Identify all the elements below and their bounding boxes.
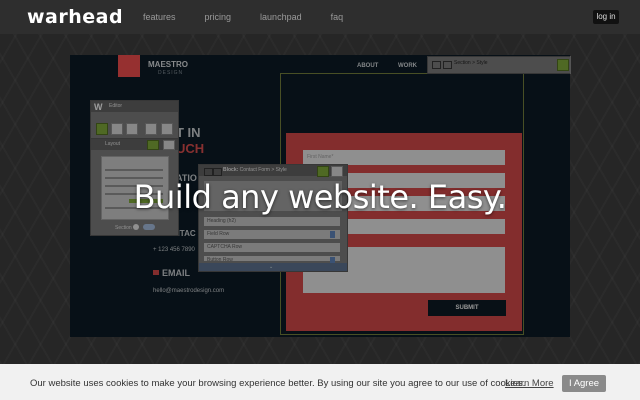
block-row-button[interactable]: Button Row bbox=[204, 256, 340, 261]
nav-link-launchpad[interactable]: launchpad bbox=[260, 12, 302, 22]
layout-row[interactable] bbox=[105, 169, 163, 171]
block-row-field[interactable]: Field Row bbox=[204, 230, 340, 239]
hero-headline: Build any website. Easy. bbox=[133, 178, 507, 216]
login-button[interactable]: log in bbox=[593, 10, 619, 24]
chevron-down-icon[interactable]: ⌄ bbox=[269, 264, 273, 270]
cookie-text: Our website uses cookies to make your br… bbox=[30, 378, 526, 389]
layout-add-icon[interactable] bbox=[147, 140, 159, 150]
block-title-prefix: Block: bbox=[223, 167, 239, 173]
toggle-switch[interactable] bbox=[143, 224, 155, 230]
nav-links: features pricing launchpad faq bbox=[143, 12, 372, 22]
preview-nav-work: WORK bbox=[398, 63, 417, 69]
preview-logo-mark bbox=[118, 55, 140, 77]
brand-logo[interactable]: warhead bbox=[27, 6, 123, 28]
nav-link-faq[interactable]: faq bbox=[331, 12, 344, 22]
panel-toggle-icon[interactable] bbox=[443, 61, 452, 69]
preview-heading-line2: UCH bbox=[176, 141, 205, 156]
window-icon bbox=[204, 168, 213, 176]
layout-footer-label: Section bbox=[115, 225, 132, 231]
cookie-agree-button[interactable]: I Agree bbox=[562, 375, 606, 392]
download-icon[interactable] bbox=[145, 123, 157, 135]
preview-nav-about: ABOUT bbox=[357, 63, 379, 69]
cookie-learn-more-link[interactable]: Learn More bbox=[505, 378, 554, 389]
form-field-label: First Name* bbox=[307, 154, 334, 160]
section-style-title: Section > Style bbox=[454, 60, 488, 66]
block-title-path: Contact Form > Style bbox=[239, 167, 287, 173]
layout-settings-icon[interactable] bbox=[163, 140, 175, 150]
preview-heading-line1: T IN bbox=[176, 125, 201, 140]
radio-icon[interactable] bbox=[133, 224, 139, 230]
tablet-view-icon[interactable] bbox=[111, 123, 123, 135]
desktop-view-icon[interactable] bbox=[96, 123, 108, 135]
top-nav: warhead features pricing launchpad faq l… bbox=[0, 0, 640, 34]
panel-toggle-icon[interactable] bbox=[213, 168, 222, 176]
close-icon[interactable] bbox=[161, 123, 173, 135]
info-icon[interactable] bbox=[330, 231, 335, 238]
preview-email-label: EMAIL bbox=[162, 268, 190, 278]
warhead-w-icon: W bbox=[94, 102, 103, 112]
cookie-banner: Our website uses cookies to make your br… bbox=[0, 364, 640, 400]
gear-icon[interactable] bbox=[331, 166, 343, 177]
preview-logo-title: MAESTRO bbox=[148, 60, 188, 69]
form-submit-button[interactable]: SUBMIT bbox=[428, 300, 506, 316]
block-row-captcha[interactable]: CAPTCHA Row bbox=[204, 243, 340, 252]
mail-icon bbox=[153, 270, 159, 275]
editor-panel-title: Editor bbox=[91, 101, 178, 112]
block-row-heading[interactable]: Heading (h2) bbox=[204, 217, 340, 226]
nav-link-features[interactable]: features bbox=[143, 12, 176, 22]
preview-email: hello@maestrodesign.com bbox=[153, 288, 225, 294]
mobile-view-icon[interactable] bbox=[126, 123, 138, 135]
window-icon bbox=[432, 61, 441, 69]
preview-phone: + 123 456 7890 bbox=[153, 247, 195, 253]
preview-logo-subtitle: DESIGN bbox=[158, 70, 184, 76]
nav-link-pricing[interactable]: pricing bbox=[205, 12, 232, 22]
pencil-icon[interactable] bbox=[317, 166, 329, 177]
section-style-panel[interactable]: Section > Style bbox=[427, 56, 571, 74]
editor-panel[interactable]: Editor W bbox=[90, 100, 179, 140]
pencil-icon[interactable] bbox=[557, 59, 569, 71]
